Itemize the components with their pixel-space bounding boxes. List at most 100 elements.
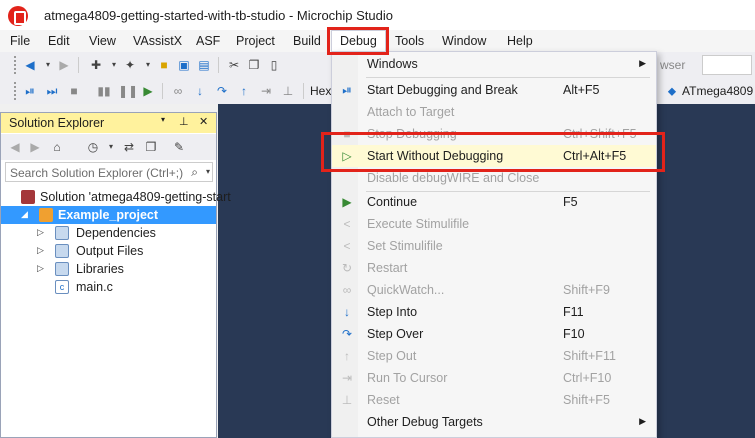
menu-asf[interactable]: ASF <box>194 33 222 49</box>
stimuli-icon: < <box>343 217 351 231</box>
search-icon[interactable]: ⌕ <box>191 165 198 180</box>
menu-item-label: Execute Stimulifile <box>367 217 470 231</box>
step-over-icon[interactable]: ↷ <box>214 83 230 99</box>
reset-icon: ⊥ <box>341 393 353 407</box>
collapse-arrow-icon[interactable]: ◢ <box>21 209 28 220</box>
back-icon[interactable]: ◀ <box>22 57 38 73</box>
tree-item-dependencies[interactable]: ▷ Dependencies <box>1 224 216 242</box>
chevron-down-icon[interactable]: ▾ <box>106 57 122 73</box>
menu-project[interactable]: Project <box>234 33 277 49</box>
copy-icon[interactable]: ❐ <box>246 57 262 73</box>
menu-tools[interactable]: Tools <box>393 33 426 49</box>
expand-arrow-icon[interactable]: ▷ <box>37 227 44 238</box>
solution-explorer-search[interactable]: Search Solution Explorer (Ctrl+;) ⌕ ▾ <box>5 162 213 182</box>
menu-debug[interactable]: Debug <box>331 30 386 52</box>
submenu-arrow-icon: ▶ <box>639 416 646 426</box>
menu-file[interactable]: File <box>8 33 32 49</box>
menu-item-reset[interactable]: ⊥ Reset Shift+F5 <box>332 389 656 411</box>
menu-item-label: Step Over <box>367 327 424 341</box>
pause-icon[interactable]: ❚❚ <box>118 83 138 99</box>
menu-item-stop-debugging[interactable]: ■ Stop Debugging Ctrl+Shift+F5 <box>332 123 656 145</box>
sync-icon[interactable]: ⇄ <box>121 139 137 155</box>
menu-item-label: Continue <box>367 195 418 209</box>
expand-arrow-icon[interactable]: ▷ <box>37 263 44 274</box>
quickwatch-icon[interactable]: ∞ <box>170 83 186 99</box>
menu-window[interactable]: Window <box>440 33 488 49</box>
menu-item-label: Set Stimulifile <box>367 239 443 253</box>
tree-item-main-c[interactable]: c main.c <box>1 278 216 296</box>
history-icon[interactable]: ◷ <box>85 139 101 155</box>
chevron-down-icon[interactable]: ▾ <box>140 57 156 73</box>
tree-item-libraries[interactable]: ▷ Libraries <box>1 260 216 278</box>
menu-item-execute-stimulifile[interactable]: < Execute Stimulifile <box>332 213 656 235</box>
menu-item-shortcut: Shift+F9 <box>563 283 610 297</box>
tree-item-project[interactable]: ◢ Example_project <box>1 206 216 224</box>
properties-icon[interactable]: ✎ <box>171 139 187 155</box>
menu-view[interactable]: View <box>87 33 118 49</box>
chevron-down-icon[interactable]: ▾ <box>206 167 210 176</box>
play-icon[interactable]: ▶ <box>140 83 156 99</box>
device-label[interactable]: ATmega4809 <box>682 84 753 98</box>
run-to-cursor-icon[interactable]: ⇥ <box>258 83 274 99</box>
menu-item-step-over[interactable]: ↷ Step Over F10 <box>332 323 656 345</box>
tree-item-solution[interactable]: Solution 'atmega4809-getting-start <box>1 188 231 206</box>
tree-label: main.c <box>76 280 113 294</box>
menu-build[interactable]: Build <box>291 33 323 49</box>
tree-item-output-files[interactable]: ▷ Output Files <box>1 242 216 260</box>
chevron-down-icon[interactable]: ▾ <box>103 139 119 155</box>
reset-icon[interactable]: ⊥ <box>280 83 296 99</box>
home-icon[interactable]: ⌂ <box>49 139 65 155</box>
forward-icon[interactable]: ▶ <box>27 139 43 155</box>
menu-help[interactable]: Help <box>505 33 535 49</box>
menu-vassistx[interactable]: VAssistX <box>131 33 184 49</box>
menu-item-disable-debugwire[interactable]: Disable debugWIRE and Close <box>332 167 656 189</box>
chip-icon: ⬥ <box>667 84 677 98</box>
folder-icon <box>55 262 69 276</box>
submenu-arrow-icon: ▶ <box>639 58 646 68</box>
show-all-files-icon[interactable]: ❐ <box>143 139 159 155</box>
cut-icon[interactable]: ✂ <box>226 57 242 73</box>
tree-label: Output Files <box>76 244 144 258</box>
open-folder-icon[interactable]: ■ <box>156 57 172 73</box>
menu-edit[interactable]: Edit <box>46 33 72 49</box>
menu-item-continue[interactable]: ▶ Continue F5 <box>332 191 656 213</box>
browser-combo[interactable] <box>702 55 752 75</box>
menu-item-step-out[interactable]: ↑ Step Out Shift+F11 <box>332 345 656 367</box>
save-icon[interactable]: ▣ <box>176 57 192 73</box>
step-into-icon[interactable]: ↓ <box>192 83 208 99</box>
stop-icon[interactable]: ■ <box>66 83 82 99</box>
close-icon[interactable]: ✕ <box>199 115 208 128</box>
save-all-icon[interactable]: ▤ <box>196 57 212 73</box>
hex-toggle[interactable]: Hex <box>310 84 331 98</box>
menu-item-label: Step Into <box>367 305 418 319</box>
menu-item-run-to-cursor[interactable]: ⇥ Run To Cursor Ctrl+F10 <box>332 367 656 389</box>
menu-item-start-debugging-and-break[interactable]: ⏯ Start Debugging and Break Alt+F5 <box>332 79 656 101</box>
menu-item-windows[interactable]: Windows ▶ <box>332 53 656 75</box>
step-out-icon[interactable]: ↑ <box>236 83 252 99</box>
expand-arrow-icon[interactable]: ▷ <box>37 245 44 256</box>
menu-item-other-debug-targets[interactable]: Other Debug Targets ▶ <box>332 411 656 433</box>
toolbar-separator <box>303 83 304 99</box>
back-icon[interactable]: ◀ <box>7 139 23 155</box>
toolbar-grip[interactable] <box>14 56 18 74</box>
toolbar-grip[interactable] <box>14 82 18 100</box>
menu-bar: File Edit View VAssistX ASF Project Buil… <box>0 30 755 52</box>
paste-icon[interactable]: ▯ <box>266 57 282 73</box>
pin-icon[interactable]: ⊥ <box>179 115 189 128</box>
menu-item-start-without-debugging[interactable]: ▷ Start Without Debugging Ctrl+Alt+F5 <box>332 145 656 167</box>
step-icon[interactable]: ⏭ <box>44 83 60 99</box>
debug-break-icon[interactable]: ⏯ <box>22 83 38 99</box>
menu-item-set-stimulifile[interactable]: < Set Stimulifile <box>332 235 656 257</box>
add-item-icon[interactable]: ✦ <box>122 57 138 73</box>
menu-item-label: Restart <box>367 261 408 275</box>
toolbar-separator <box>218 57 219 73</box>
menu-item-restart[interactable]: ↻ Restart <box>332 257 656 279</box>
menu-item-quickwatch[interactable]: ∞ QuickWatch... Shift+F9 <box>332 279 656 301</box>
menu-item-attach-to-target[interactable]: Attach to Target <box>332 101 656 123</box>
chevron-down-icon[interactable]: ▾ <box>161 115 165 124</box>
new-project-icon[interactable]: ✚ <box>88 57 104 73</box>
menu-item-step-into[interactable]: ↓ Step Into F11 <box>332 301 656 323</box>
chevron-down-icon[interactable]: ▾ <box>40 57 56 73</box>
break-all-icon[interactable]: ▮▮ <box>96 83 112 99</box>
forward-icon[interactable]: ▶ <box>56 57 72 73</box>
